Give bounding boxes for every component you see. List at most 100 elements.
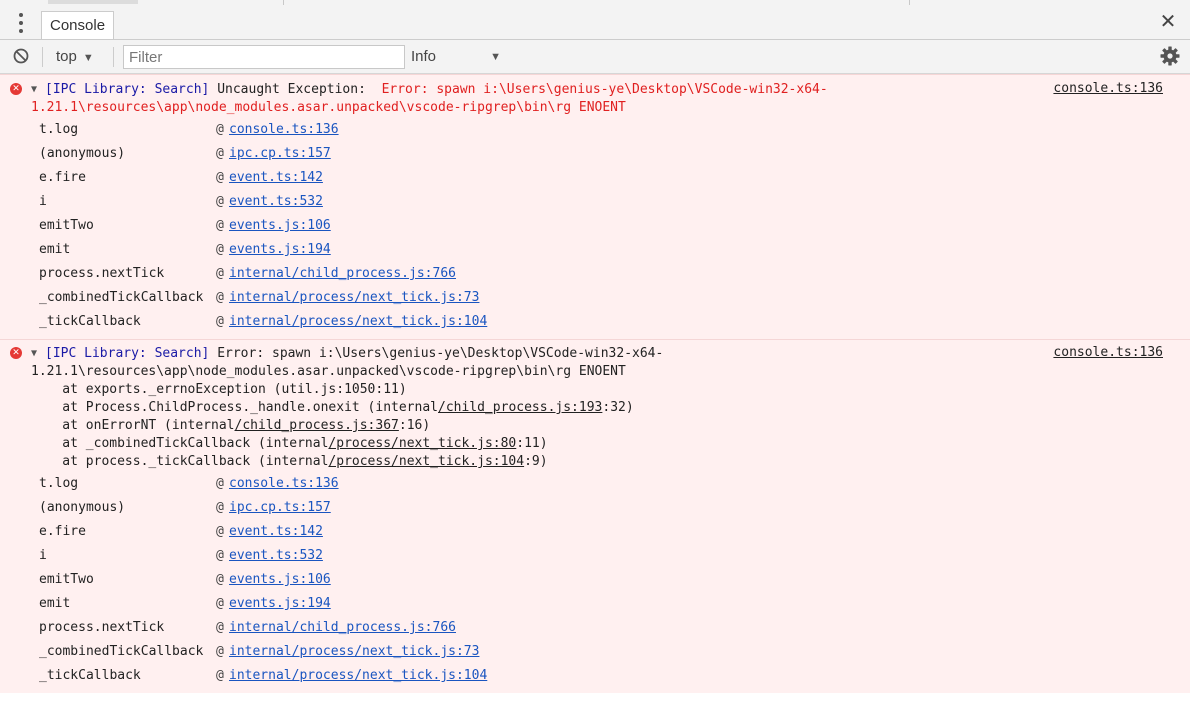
message-source-link[interactable]: console.ts:136 <box>1053 345 1163 360</box>
stack-frame-link[interactable]: ipc.cp.ts:157 <box>229 499 331 517</box>
stack-frame-at: @ <box>216 122 224 137</box>
stack-frame-link[interactable]: event.ts:142 <box>229 169 323 187</box>
message-error-text: Error: spawn i:\Users\genius-ye\Desktop\… <box>381 82 828 97</box>
error-icon: ✕ <box>10 83 22 95</box>
message-first-line: [IPC Library: Search] Uncaught Exception… <box>45 81 828 99</box>
stack-frame-function: i <box>39 194 47 209</box>
stack-frame-link[interactable]: internal/process/next_tick.js:73 <box>229 289 479 307</box>
message-prefix: [IPC Library: Search] <box>45 346 210 361</box>
stack-frame-function: emit <box>39 242 71 257</box>
stack-frame-link[interactable]: internal/child_process.js:766 <box>229 265 456 283</box>
stack-frame-function: (anonymous) <box>39 146 126 161</box>
stack-frame-at: @ <box>216 146 224 161</box>
stack-frame-at: @ <box>216 314 224 329</box>
stack-frame-link[interactable]: event.ts:532 <box>229 193 323 211</box>
stack-frame-function: _combinedTickCallback <box>39 290 204 305</box>
stack-frame-link[interactable]: console.ts:136 <box>229 475 339 493</box>
console-toolbar: top ▼ Info ▼ <box>0 40 1190 74</box>
stack-frame-at: @ <box>216 668 224 683</box>
stack-frame-at: @ <box>216 644 224 659</box>
stack-frame-function: i <box>39 548 47 563</box>
stack-frame-at: @ <box>216 596 224 611</box>
toolbar-separator <box>113 47 114 67</box>
stack-frame-link[interactable]: event.ts:532 <box>229 547 323 565</box>
stack-frame-function: process.nextTick <box>39 620 165 635</box>
error-icon: ✕ <box>10 347 22 359</box>
stack-frame-at: @ <box>216 524 224 539</box>
message-source-link[interactable]: console.ts:136 <box>1053 81 1163 96</box>
top-strip-divider <box>283 0 284 5</box>
stack-frame-at: @ <box>216 500 224 515</box>
top-strip-divider <box>909 0 910 5</box>
log-level-select[interactable]: Info ▼ <box>411 47 501 67</box>
stack-frame-at: @ <box>216 266 224 281</box>
stack-frame-at: @ <box>216 242 224 257</box>
stack-frame-function: (anonymous) <box>39 500 126 515</box>
stack-frame-function: emit <box>39 596 71 611</box>
stack-frame-link[interactable]: ipc.cp.ts:157 <box>229 145 331 163</box>
stack-frame-function: process.nextTick <box>39 266 165 281</box>
message-prefix: [IPC Library: Search] <box>45 82 210 97</box>
gear-icon[interactable] <box>1160 46 1180 66</box>
tab-console[interactable]: Console <box>41 11 115 39</box>
stack-frame-function: t.log <box>39 122 79 137</box>
stack-frame-at: @ <box>216 218 224 233</box>
stack-frame-function: emitTwo <box>39 218 94 233</box>
console-prompt-area[interactable] <box>0 693 1190 704</box>
message-error-text-continued: 1.21.1\resources\app\node_modules.asar.u… <box>31 100 626 115</box>
stack-frame-link[interactable]: console.ts:136 <box>229 121 339 139</box>
stack-frame-link[interactable]: internal/process/next_tick.js:104 <box>229 313 487 331</box>
stack-trace-line: at onErrorNT (internal/child_process.js:… <box>31 418 431 433</box>
stack-frame-link[interactable]: internal/process/next_tick.js:104 <box>229 667 487 685</box>
chevron-down-icon: ▼ <box>490 51 501 63</box>
console-messages: ✕ ▼ [IPC Library: Search] Uncaught Excep… <box>0 74 1190 704</box>
message-text-continued: 1.21.1\resources\app\node_modules.asar.u… <box>31 364 626 379</box>
stack-frame-link[interactable]: events.js:106 <box>229 571 331 589</box>
kebab-menu-icon[interactable] <box>16 12 26 34</box>
stack-frame-function: _tickCallback <box>39 314 141 329</box>
stack-frame-link[interactable]: events.js:106 <box>229 217 331 235</box>
stack-frame-at: @ <box>216 620 224 635</box>
stack-frame-function: emitTwo <box>39 572 94 587</box>
drawer-tab-bar: Console ✕ <box>0 6 1190 40</box>
stack-frame-function: e.fire <box>39 524 86 539</box>
stack-frame-at: @ <box>216 290 224 305</box>
stack-trace-link[interactable]: /process/next_tick.js:104 <box>328 454 524 469</box>
close-icon[interactable]: ✕ <box>1158 10 1178 34</box>
stack-frame-at: @ <box>216 476 224 491</box>
message-text: Uncaught Exception: <box>209 82 382 97</box>
stack-trace-link[interactable]: /child_process.js:193 <box>438 400 602 415</box>
stack-frame-function: _combinedTickCallback <box>39 644 204 659</box>
stack-trace-line: at exports._errnoException (util.js:1050… <box>31 382 407 397</box>
stack-trace-line: at Process.ChildProcess._handle.onexit (… <box>31 400 634 415</box>
clear-console-icon[interactable] <box>13 48 29 64</box>
stack-frame-at: @ <box>216 572 224 587</box>
top-strip-segment <box>48 0 138 4</box>
message-text: Error: spawn i:\Users\genius-ye\Desktop\… <box>209 346 664 361</box>
stack-frame-function: e.fire <box>39 170 86 185</box>
filter-input[interactable] <box>123 45 405 69</box>
console-error-message: ✕ ▼ [IPC Library: Search] Error: spawn i… <box>0 339 1190 695</box>
stack-frame-link[interactable]: internal/process/next_tick.js:73 <box>229 643 479 661</box>
triangle-down-icon[interactable]: ▼ <box>31 348 37 359</box>
stack-trace-link[interactable]: /child_process.js:367 <box>235 418 399 433</box>
stack-frame-link[interactable]: event.ts:142 <box>229 523 323 541</box>
stack-frame-at: @ <box>216 170 224 185</box>
console-error-message: ✕ ▼ [IPC Library: Search] Uncaught Excep… <box>0 74 1190 340</box>
chevron-down-icon: ▼ <box>82 52 94 64</box>
stack-frame-link[interactable]: events.js:194 <box>229 595 331 613</box>
stack-frame-function: _tickCallback <box>39 668 141 683</box>
stack-frame-link[interactable]: events.js:194 <box>229 241 331 259</box>
toolbar-separator <box>42 47 43 67</box>
stack-frame-function: t.log <box>39 476 79 491</box>
stack-trace-line: at _combinedTickCallback (internal/proce… <box>31 436 548 451</box>
log-level-label: Info <box>411 48 437 65</box>
stack-frame-at: @ <box>216 548 224 563</box>
context-selector-label: top <box>56 48 77 65</box>
stack-frame-link[interactable]: internal/child_process.js:766 <box>229 619 456 637</box>
stack-frame-at: @ <box>216 194 224 209</box>
triangle-down-icon[interactable]: ▼ <box>31 84 37 95</box>
message-first-line: [IPC Library: Search] Error: spawn i:\Us… <box>45 345 663 363</box>
context-selector[interactable]: top ▼ <box>56 47 94 67</box>
stack-trace-link[interactable]: /process/next_tick.js:80 <box>328 436 516 451</box>
